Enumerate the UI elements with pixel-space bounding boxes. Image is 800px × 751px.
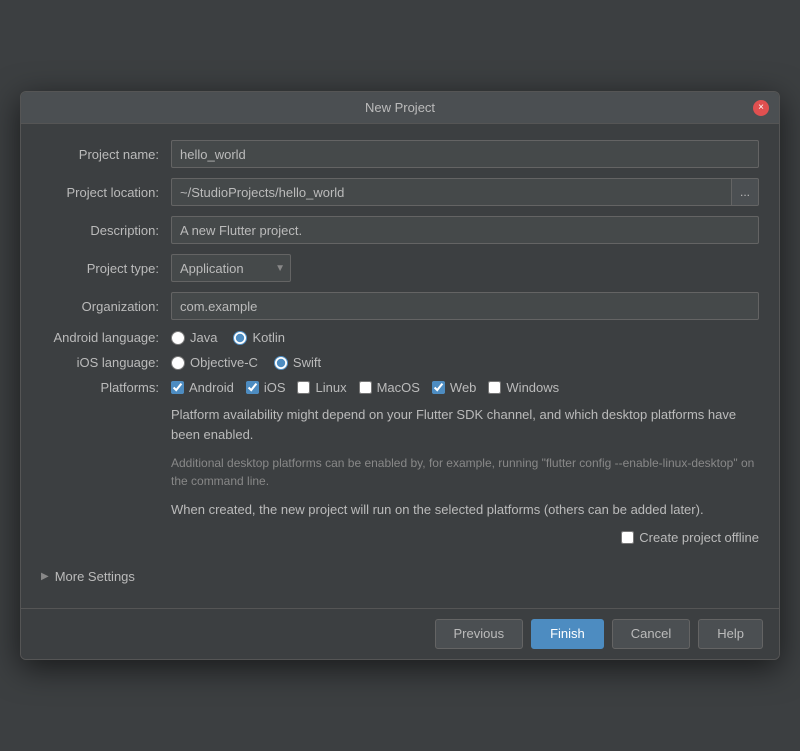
android-language-label: Android language: bbox=[41, 330, 171, 345]
info-gray-text: Additional desktop platforms can be enab… bbox=[171, 454, 759, 490]
dialog-content: Project name: Project location: ... Desc… bbox=[21, 124, 779, 608]
android-kotlin-label: Kotlin bbox=[252, 330, 285, 345]
info-bold-text: Platform availability might depend on yo… bbox=[171, 405, 759, 444]
ios-objc-radio[interactable] bbox=[171, 356, 185, 370]
create-offline-checkbox[interactable] bbox=[621, 531, 634, 544]
platform-linux-checkbox[interactable] bbox=[297, 381, 310, 394]
project-type-select[interactable]: Application Plugin Package Module bbox=[171, 254, 291, 282]
platforms-group: Android iOS Linux MacOS Web bbox=[171, 380, 759, 395]
project-name-label: Project name: bbox=[41, 147, 171, 162]
platforms-row: Platforms: Android iOS Linux MacOS bbox=[41, 380, 759, 395]
ios-language-group: Objective-C Swift bbox=[171, 355, 759, 370]
create-offline-option[interactable]: Create project offline bbox=[621, 530, 759, 545]
previous-button[interactable]: Previous bbox=[435, 619, 524, 649]
android-java-radio[interactable] bbox=[171, 331, 185, 345]
new-project-dialog: New Project × Project name: Project loca… bbox=[20, 91, 780, 660]
cancel-button[interactable]: Cancel bbox=[612, 619, 690, 649]
description-row: Description: bbox=[41, 216, 759, 244]
project-location-input[interactable] bbox=[171, 178, 732, 206]
finish-button[interactable]: Finish bbox=[531, 619, 604, 649]
more-settings-arrow-icon: ▶ bbox=[41, 571, 49, 582]
android-kotlin-option[interactable]: Kotlin bbox=[233, 330, 285, 345]
ios-swift-option[interactable]: Swift bbox=[274, 355, 321, 370]
dialog-title: New Project bbox=[365, 100, 435, 115]
project-location-label: Project location: bbox=[41, 185, 171, 200]
android-java-label: Java bbox=[190, 330, 217, 345]
platform-macos[interactable]: MacOS bbox=[359, 380, 420, 395]
ios-objc-option[interactable]: Objective-C bbox=[171, 355, 258, 370]
android-language-group: Java Kotlin bbox=[171, 330, 759, 345]
info-bold-section: Platform availability might depend on yo… bbox=[171, 405, 759, 444]
project-name-input[interactable] bbox=[171, 140, 759, 168]
help-button[interactable]: Help bbox=[698, 619, 763, 649]
android-language-row: Android language: Java Kotlin bbox=[41, 330, 759, 345]
project-type-row: Project type: Application Plugin Package… bbox=[41, 254, 759, 282]
project-location-row: Project location: ... bbox=[41, 178, 759, 206]
project-name-row: Project name: bbox=[41, 140, 759, 168]
ios-objc-label: Objective-C bbox=[190, 355, 258, 370]
ios-language-row: iOS language: Objective-C Swift bbox=[41, 355, 759, 370]
platform-android-label: Android bbox=[189, 380, 234, 395]
platform-windows-label: Windows bbox=[506, 380, 559, 395]
dialog-footer: Previous Finish Cancel Help bbox=[21, 609, 779, 659]
platform-windows-checkbox[interactable] bbox=[488, 381, 501, 394]
platform-web-checkbox[interactable] bbox=[432, 381, 445, 394]
organization-label: Organization: bbox=[41, 299, 171, 314]
close-button[interactable]: × bbox=[753, 100, 769, 116]
platform-macos-checkbox[interactable] bbox=[359, 381, 372, 394]
platform-linux-label: Linux bbox=[315, 380, 346, 395]
offline-row: Create project offline bbox=[41, 530, 759, 545]
project-type-wrapper: Application Plugin Package Module ▼ bbox=[171, 254, 291, 282]
platform-ios-checkbox[interactable] bbox=[246, 381, 259, 394]
info-normal-text: When created, the new project will run o… bbox=[171, 500, 759, 520]
platform-ios[interactable]: iOS bbox=[246, 380, 286, 395]
description-input[interactable] bbox=[171, 216, 759, 244]
android-kotlin-radio[interactable] bbox=[233, 331, 247, 345]
platform-web-label: Web bbox=[450, 380, 477, 395]
create-offline-label: Create project offline bbox=[639, 530, 759, 545]
platform-android-checkbox[interactable] bbox=[171, 381, 184, 394]
platform-ios-label: iOS bbox=[264, 380, 286, 395]
ios-swift-radio[interactable] bbox=[274, 356, 288, 370]
platform-linux[interactable]: Linux bbox=[297, 380, 346, 395]
android-java-option[interactable]: Java bbox=[171, 330, 217, 345]
info-normal-section: When created, the new project will run o… bbox=[171, 500, 759, 520]
browse-button[interactable]: ... bbox=[732, 178, 759, 206]
more-settings-toggle[interactable]: ▶ More Settings bbox=[41, 561, 759, 592]
project-type-label: Project type: bbox=[41, 261, 171, 276]
project-location-wrapper: ... bbox=[171, 178, 759, 206]
platforms-label: Platforms: bbox=[41, 380, 171, 395]
ios-language-label: iOS language: bbox=[41, 355, 171, 370]
info-gray-section: Additional desktop platforms can be enab… bbox=[171, 454, 759, 490]
description-label: Description: bbox=[41, 223, 171, 238]
platform-web[interactable]: Web bbox=[432, 380, 477, 395]
title-bar: New Project × bbox=[21, 92, 779, 124]
platform-windows[interactable]: Windows bbox=[488, 380, 559, 395]
organization-row: Organization: bbox=[41, 292, 759, 320]
ios-swift-label: Swift bbox=[293, 355, 321, 370]
platform-android[interactable]: Android bbox=[171, 380, 234, 395]
platform-macos-label: MacOS bbox=[377, 380, 420, 395]
more-settings-label: More Settings bbox=[55, 569, 135, 584]
organization-input[interactable] bbox=[171, 292, 759, 320]
